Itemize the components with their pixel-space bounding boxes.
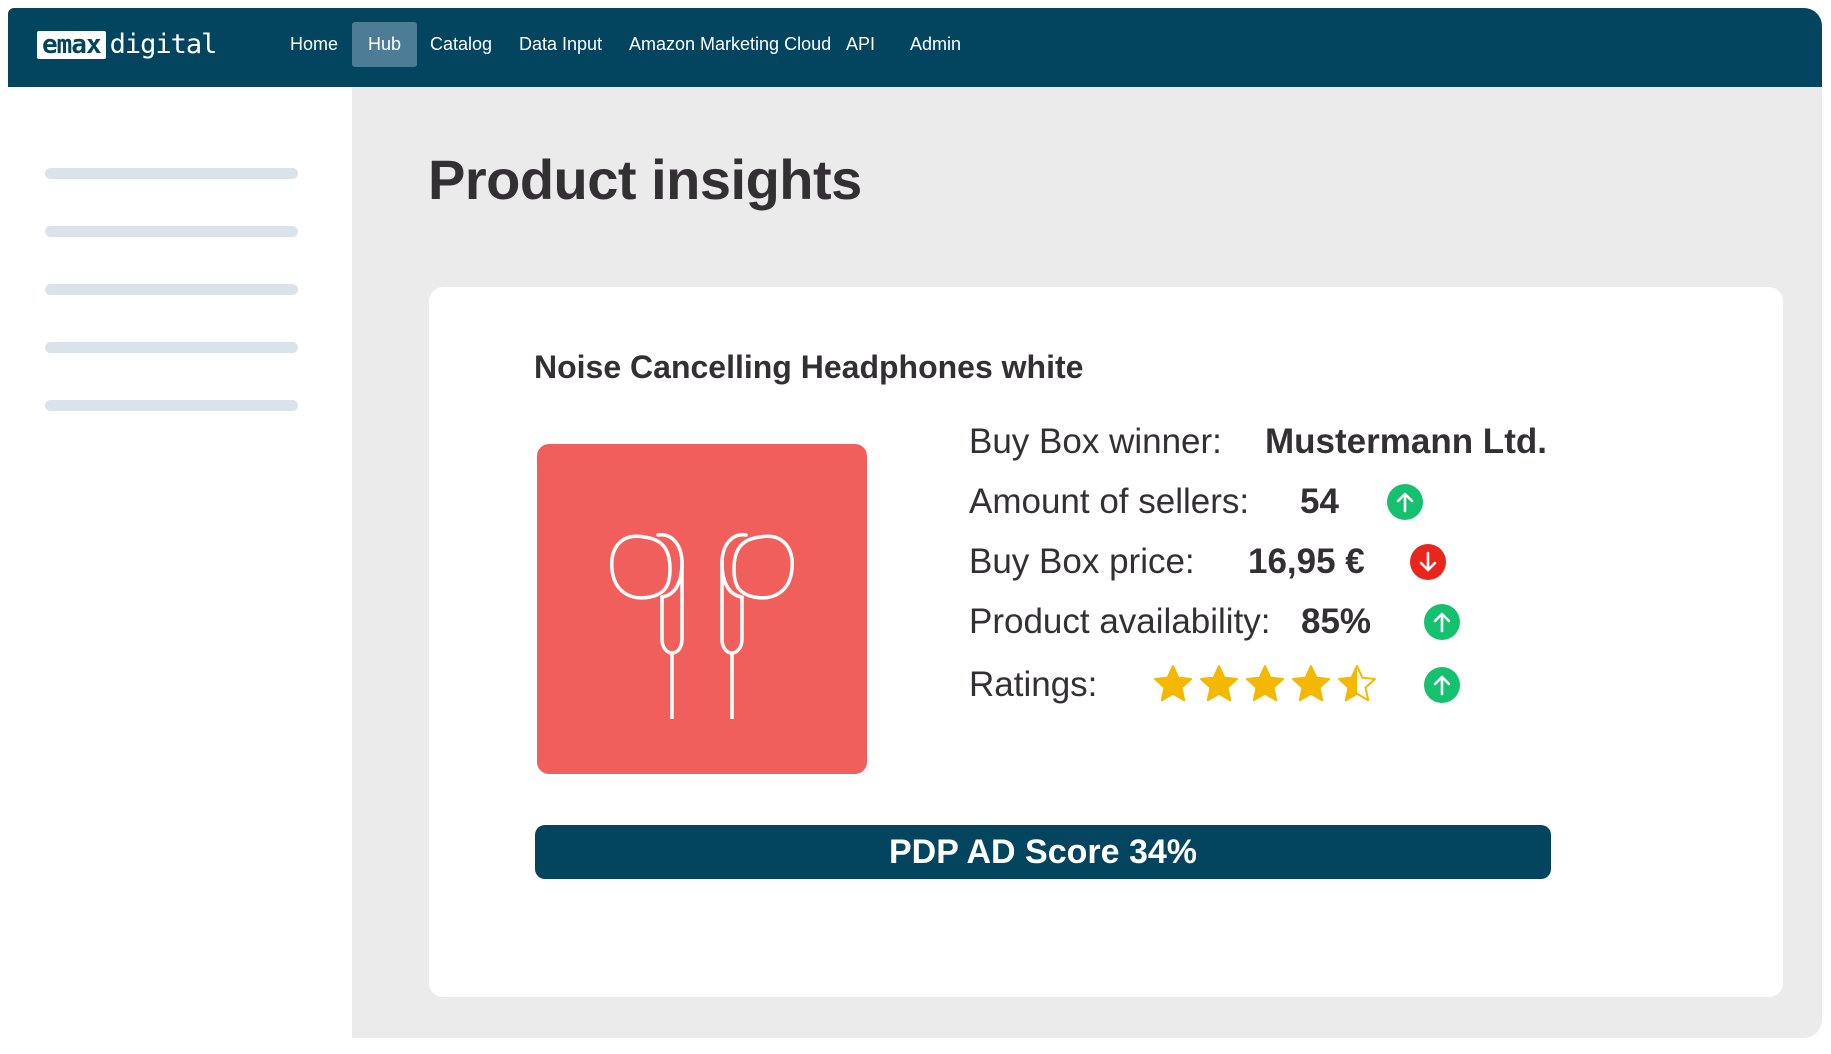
price-value: 16,95 € [1248,542,1365,581]
nav-admin[interactable]: Admin [910,22,961,67]
nav-catalog[interactable]: Catalog [430,22,492,67]
product-name: Noise Cancelling Headphones white [534,349,1084,385]
product-card: Noise Cancelling Headphones white Buy Bo… [429,287,1783,997]
earphones-icon [610,533,794,719]
top-navigation: emax digital Home Hub Catalog Data Input… [8,8,1822,87]
availability-label: Product availability: [969,602,1271,641]
logo-box: emax [37,31,106,59]
brand-logo[interactable]: emax digital [37,29,218,60]
sidebar-item-placeholder[interactable] [45,226,298,237]
nav-home[interactable]: Home [290,22,338,67]
ratings-label: Ratings: [969,665,1098,704]
star-half-icon [1338,665,1376,702]
nav-data-input[interactable]: Data Input [519,22,602,67]
app-window: emax digital Home Hub Catalog Data Input… [8,8,1822,1038]
star-full-icon [1246,665,1284,702]
buy-box-winner-value: Mustermann Ltd. [1265,422,1547,461]
trend-down-icon [1410,544,1446,580]
sidebar-item-placeholder[interactable] [45,168,298,179]
availability-value: 85% [1301,602,1372,641]
nav-api[interactable]: API [846,22,875,67]
trend-up-icon [1424,667,1460,703]
sidebar-item-placeholder[interactable] [45,400,298,411]
pdp-ad-score-bar: PDP AD Score 34% [535,825,1551,879]
sellers-label: Amount of sellers: [969,482,1250,521]
trend-up-icon [1387,484,1423,520]
nav-amazon-marketing-cloud[interactable]: Amazon Marketing Cloud [629,22,831,67]
price-label: Buy Box price: [969,542,1195,581]
availability-row: Product availability: 85% [969,597,1469,647]
page-title: Product insights [428,148,862,211]
buy-box-winner-label: Buy Box winner: [969,422,1222,461]
nav-hub[interactable]: Hub [352,22,418,67]
rating-stars [1153,664,1377,704]
sidebar-item-placeholder[interactable] [45,284,298,295]
main-content: Product insights Noise Cancelling Headph… [352,87,1822,1038]
ratings-row: Ratings: [969,660,1469,710]
sellers-row: Amount of sellers: 54 [969,477,1469,527]
logo-text: digital [109,29,218,60]
sellers-value: 54 [1300,482,1339,521]
star-full-icon [1154,665,1192,702]
buy-box-winner-row: Buy Box winner: Mustermann Ltd. [969,417,1569,467]
sidebar-item-placeholder[interactable] [45,342,298,353]
star-full-icon [1200,665,1238,702]
sidebar [8,87,352,1038]
star-full-icon [1292,665,1330,702]
price-row: Buy Box price: 16,95 € [969,537,1469,587]
product-image [537,444,867,774]
trend-up-icon [1424,604,1460,640]
